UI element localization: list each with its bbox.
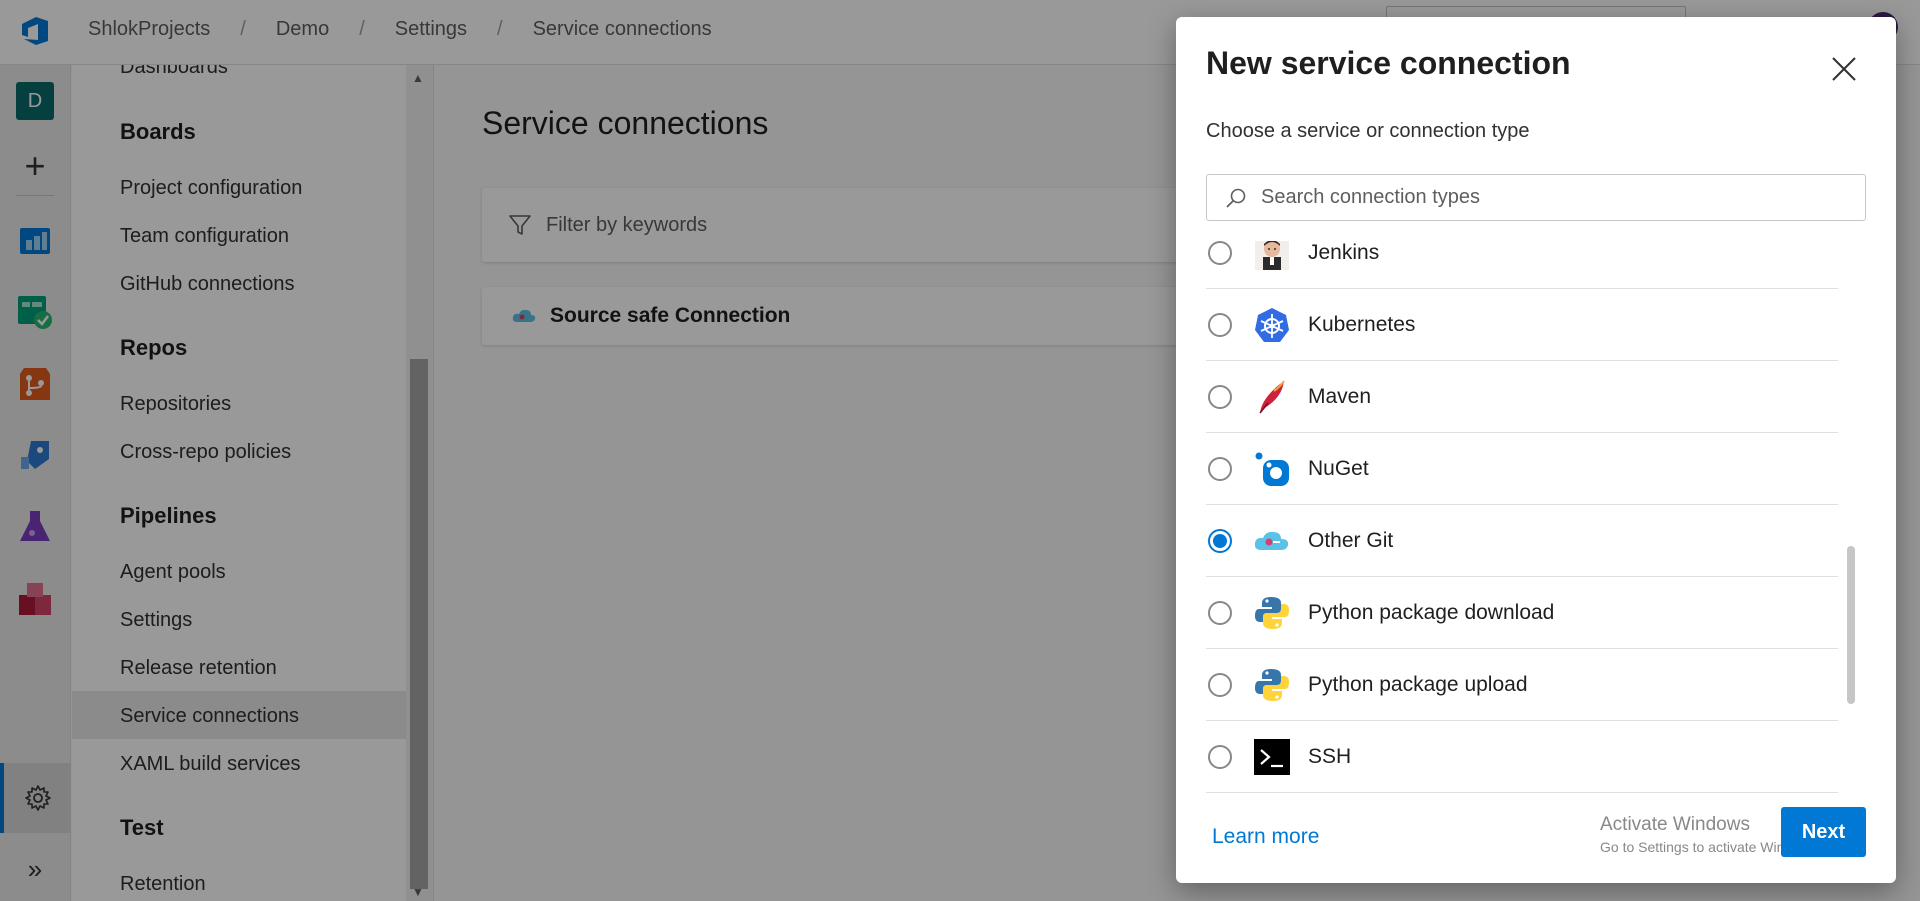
list-item-python-package-download[interactable]: Python package download	[1206, 577, 1838, 649]
list-scrollbar-thumb[interactable]	[1847, 546, 1855, 704]
radio-button[interactable]	[1208, 600, 1232, 625]
option-label[interactable]: Jenkins	[1308, 241, 1379, 265]
search-box[interactable]	[1206, 174, 1866, 221]
maven-feather-icon	[1254, 379, 1290, 415]
dialog-subtitle: Choose a service or connection type	[1206, 120, 1530, 142]
close-button[interactable]	[1827, 52, 1861, 86]
jenkins-icon	[1254, 241, 1290, 271]
option-label[interactable]: NuGet	[1308, 457, 1369, 481]
connection-type-list[interactable]: Jenkins Kubernetes Maven NuGet Other Git…	[1176, 241, 1896, 793]
kubernetes-icon	[1254, 307, 1290, 343]
list-item-maven[interactable]: Maven	[1206, 361, 1838, 433]
next-button[interactable]: Next	[1781, 807, 1866, 857]
radio-button[interactable]	[1208, 672, 1232, 697]
close-icon	[1832, 57, 1856, 81]
python-icon	[1254, 595, 1290, 631]
nuget-icon	[1254, 451, 1290, 487]
list-item-jenkins[interactable]: Jenkins	[1206, 241, 1838, 289]
radio-button[interactable]	[1208, 241, 1232, 265]
radio-button[interactable]	[1208, 744, 1232, 769]
list-item-other-git[interactable]: Other Git	[1206, 505, 1838, 577]
learn-more-link[interactable]: Learn more	[1212, 825, 1319, 849]
other-git-cloud-icon	[1254, 523, 1290, 559]
search-icon	[1226, 188, 1246, 208]
radio-button[interactable]	[1208, 312, 1232, 337]
ssh-terminal-icon	[1254, 738, 1290, 775]
list-item-nuget[interactable]: NuGet	[1206, 433, 1838, 505]
option-label[interactable]: Python package upload	[1308, 673, 1528, 697]
option-label[interactable]: Kubernetes	[1308, 313, 1415, 337]
search-input[interactable]	[1261, 186, 1841, 209]
option-label[interactable]: Maven	[1308, 385, 1371, 409]
new-service-connection-dialog: New service connection Choose a service …	[1176, 17, 1896, 883]
option-label[interactable]: SSH	[1308, 745, 1351, 769]
python-icon	[1254, 667, 1290, 703]
radio-button-checked[interactable]	[1208, 528, 1232, 553]
dialog-title: New service connection	[1206, 45, 1571, 81]
list-item-kubernetes[interactable]: Kubernetes	[1206, 289, 1838, 361]
radio-button[interactable]	[1208, 384, 1232, 409]
option-label[interactable]: Other Git	[1308, 529, 1393, 553]
option-label[interactable]: Python package download	[1308, 601, 1554, 625]
list-item-ssh[interactable]: SSH	[1206, 721, 1838, 793]
radio-button[interactable]	[1208, 456, 1232, 481]
list-item-python-package-upload[interactable]: Python package upload	[1206, 649, 1838, 721]
